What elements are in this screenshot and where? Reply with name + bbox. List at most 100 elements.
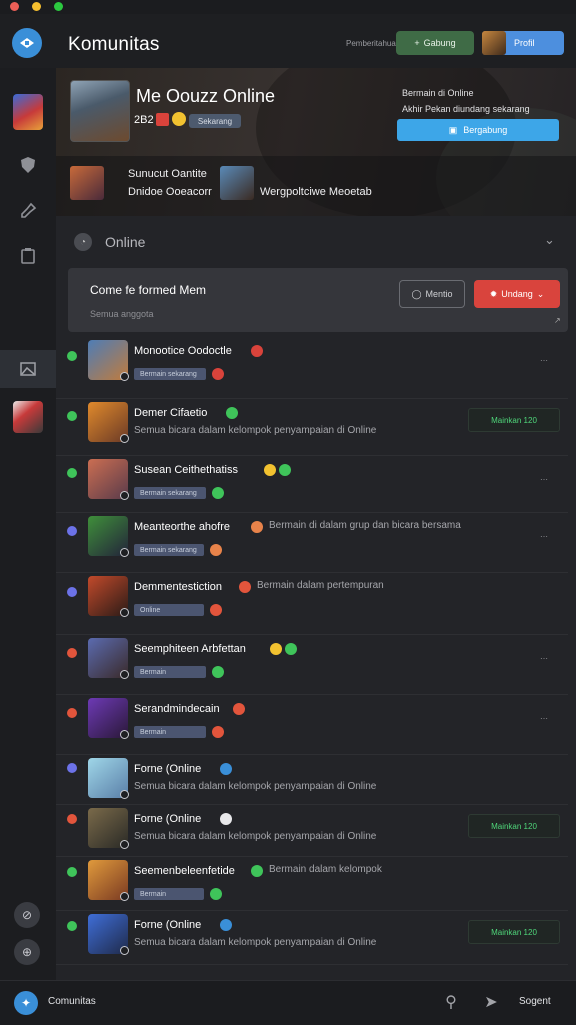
featured-thumb-1[interactable] [70,166,104,200]
pin-icon [21,202,37,218]
play-badge[interactable]: Mainkan 120 [468,408,560,432]
member-row[interactable]: Monootice Oodoctle Bermain sekarang ⋯ [56,336,568,399]
member-row[interactable]: Serandmindecain Bermain ⋯ [56,694,568,755]
compass-button[interactable]: ⊘ [14,902,40,928]
member-name[interactable]: Demmentestiction [134,581,222,593]
bottom-bar-right-label[interactable]: Sogent [519,996,551,1007]
online-label: Online [105,234,146,250]
more-options-icon[interactable]: ⋯ [540,654,548,663]
member-name[interactable]: Forne (Online [134,919,201,931]
avatar[interactable] [88,698,129,739]
hero-title: Me Oouzz Online [136,86,276,106]
activity-chip: Online [134,604,204,616]
smile-emoji-icon [172,112,186,126]
emoji-icon [220,763,232,775]
presence-icon [120,372,129,381]
avatar[interactable] [88,516,129,557]
join-button-label: Gabung [423,38,456,48]
member-name[interactable]: Seemphiteen Arbfettan [134,643,246,655]
avatar[interactable] [88,638,129,679]
member-name[interactable]: Seemenbeleenfetide [134,865,235,877]
status-dot [67,526,77,536]
sidebar-item-game[interactable] [13,94,43,130]
mention-button[interactable]: ◯ Mentio [399,280,465,308]
add-server-icon: ⊕ [21,945,33,959]
avatar [482,31,506,55]
community-logo-icon[interactable]: ✦ [14,991,38,1015]
member-name[interactable]: Demer Cifaetio [134,407,207,419]
more-options-icon[interactable]: ⋯ [540,714,548,723]
member-row[interactable]: Forne (Online Semua bicara dalam kelompok… [56,754,568,805]
member-row[interactable]: Forne (Online Semua bicara dalam kelompok… [56,804,568,857]
avatar[interactable] [88,914,129,955]
play-badge[interactable]: Mainkan 120 [468,814,560,838]
more-options-icon[interactable]: ⋯ [540,532,548,541]
sidebar-item-image[interactable] [13,354,43,384]
member-row[interactable]: Demer Cifaetio Semua bicara dalam kelompo… [56,398,568,456]
avatar[interactable] [88,576,129,617]
status-dot [67,468,77,478]
member-row[interactable]: Demmentestiction Online Bermain dalam pert… [56,572,568,635]
emoji-icon [251,521,263,533]
emoji-icon [233,703,245,715]
notifications-link[interactable]: Pemberitahuan [346,39,400,48]
member-name[interactable]: Forne (Online [134,813,201,825]
emoji-icon [212,726,224,738]
member-row[interactable]: Susean Ceithethatiss Bermain sekarang ⋯ [56,455,568,513]
sidebar-item-shield[interactable] [13,150,43,180]
member-name[interactable]: Meanteorthe ahofre [134,521,230,533]
emoji-icon [226,407,238,419]
square-icon: ▣ [448,124,458,135]
hero-join-button[interactable]: ▣ Bergabung [397,119,559,141]
status-dot [67,867,77,877]
profile-button[interactable]: Profil [482,31,564,55]
expand-icon[interactable]: ↗ [554,316,561,325]
invite-button[interactable]: ✹ Undang ⌄ [474,280,560,308]
close-window-dot[interactable] [10,2,19,11]
emoji-icon [279,464,291,476]
avatar[interactable] [88,758,129,799]
member-name[interactable]: Serandmindecain [134,703,220,715]
join-button[interactable]: + Gabung [396,31,474,55]
bottom-bar-label: Comunitas [48,996,96,1007]
member-name[interactable]: Susean Ceithethatiss [134,464,238,476]
sidebar-item-box-art[interactable] [13,401,43,433]
member-name[interactable]: Forne (Online [134,763,201,775]
maximize-window-dot[interactable] [54,2,63,11]
member-name[interactable]: Monootice Oodoctle [134,345,232,357]
featured-sub-1: Dnidoe Ooeacorr [128,186,212,198]
featured-thumb-2[interactable] [220,166,254,200]
hero-status-chip: Sekarang [189,114,241,128]
avatar[interactable] [88,459,129,500]
search-icon[interactable]: ⚲ [440,991,462,1013]
send-icon[interactable]: ➤ [480,991,502,1013]
minimize-window-dot[interactable] [32,2,41,11]
play-badge[interactable]: Mainkan 120 [468,920,560,944]
member-row[interactable]: Seemphiteen Arbfettan Bermain ⋯ [56,634,568,695]
hero-game-avatar[interactable] [70,80,130,142]
more-options-icon[interactable]: ⋯ [540,475,548,484]
members-title: Come fe formed Mem [90,283,207,297]
member-row[interactable]: Seemenbeleenfetide Bermain Bermain dalam k… [56,856,568,911]
presence-icon [120,670,129,679]
hero-join-button-label: Bergabung [463,125,508,135]
sidebar-item-pin[interactable] [13,196,43,226]
add-server-button[interactable]: ⊕ [14,939,40,965]
online-section-header[interactable]: ◔ Online ⌄ [56,216,576,268]
emoji-icon [212,666,224,678]
status-dot [67,921,77,931]
featured-hero: Me Oouzz Online 2B2 Sekarang Bermain di … [56,68,576,216]
avatar[interactable] [88,860,129,901]
more-options-icon[interactable]: ⋯ [540,356,548,365]
emoji-icon [239,581,251,593]
avatar[interactable] [88,808,129,849]
hero-info-line-1: Bermain di Online [402,88,474,98]
avatar[interactable] [88,402,129,443]
member-row[interactable]: Forne (Online Semua bicara dalam kelompok… [56,910,568,965]
member-row[interactable]: Meanteorthe ahofre Bermain sekarang Bermai… [56,512,568,573]
avatar[interactable] [88,340,129,381]
chevron-down-icon[interactable]: ⌄ [544,232,555,248]
app-logo-icon[interactable] [12,28,42,58]
sidebar-item-clipboard[interactable] [13,241,43,271]
emoji-icon [251,345,263,357]
